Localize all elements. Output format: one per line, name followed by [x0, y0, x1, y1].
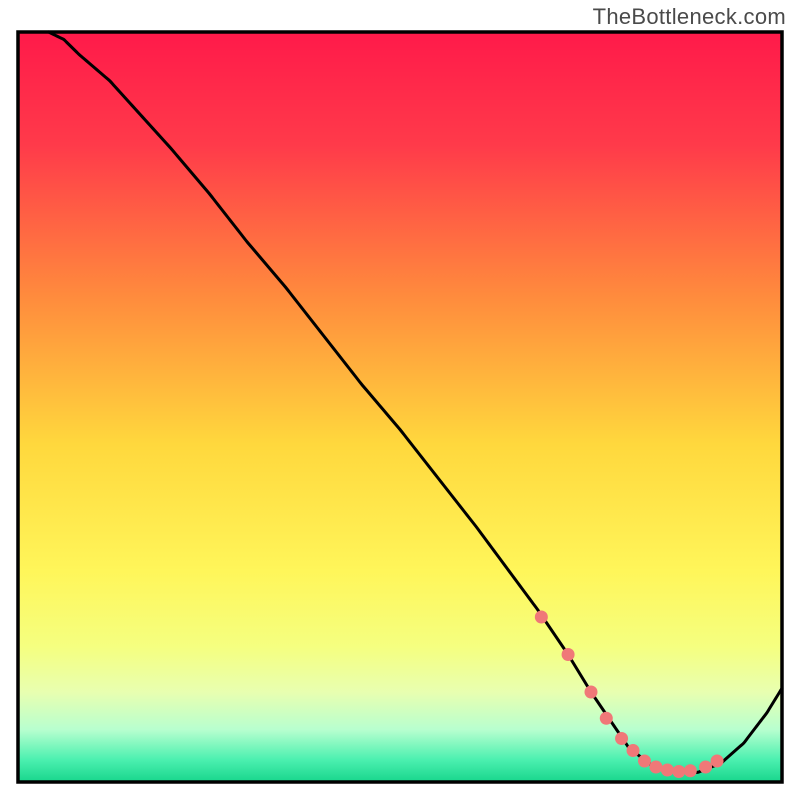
highlight-point [562, 648, 575, 661]
bottleneck-chart [0, 0, 800, 800]
highlight-point [672, 765, 685, 778]
highlight-point [699, 761, 712, 774]
highlight-point [615, 732, 628, 745]
chart-container: TheBottleneck.com [0, 0, 800, 800]
highlight-point [638, 755, 651, 768]
highlight-point [684, 764, 697, 777]
highlight-point [600, 712, 613, 725]
watermark-text: TheBottleneck.com [593, 4, 786, 30]
gradient-background [18, 32, 782, 782]
highlight-point [649, 761, 662, 774]
highlight-point [535, 611, 548, 624]
highlight-point [627, 744, 640, 757]
highlight-point [661, 764, 674, 777]
highlight-point [711, 755, 724, 768]
highlight-point [585, 686, 598, 699]
